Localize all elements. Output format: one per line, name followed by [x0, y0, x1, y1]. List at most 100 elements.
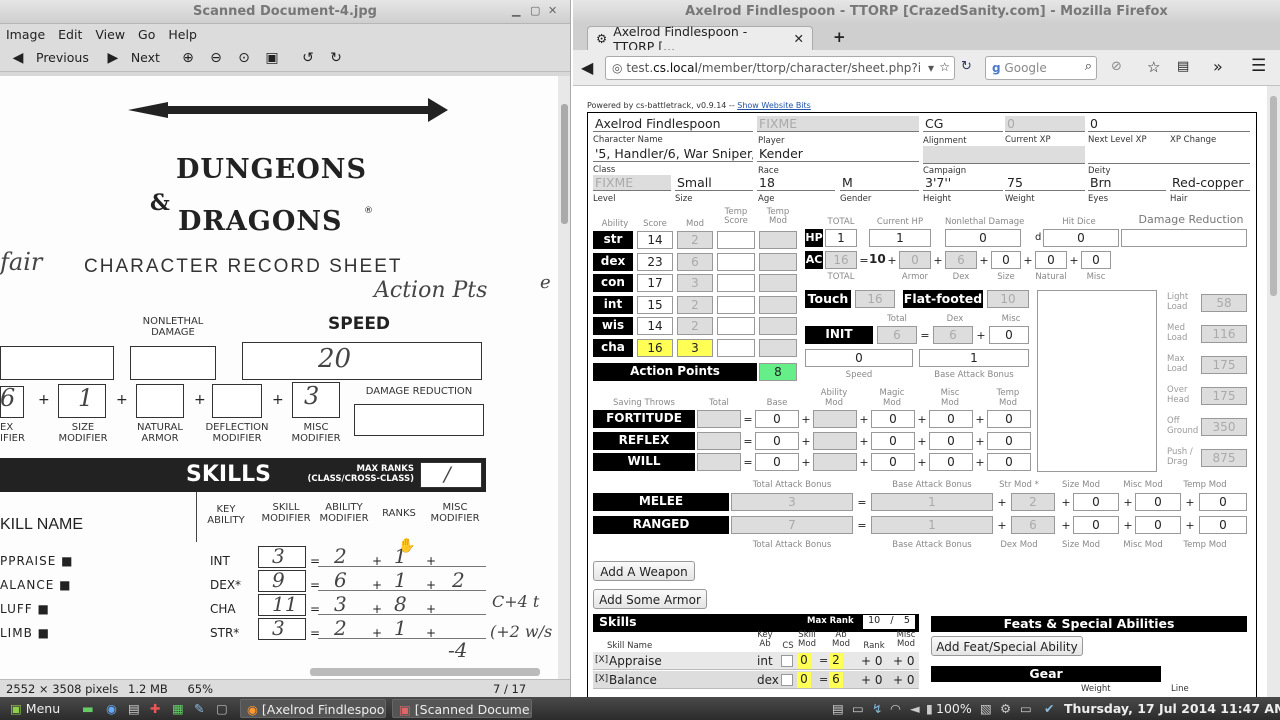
ability-dex-score[interactable]: 23: [637, 252, 673, 271]
save-magic[interactable]: 0: [871, 453, 915, 471]
close-icon[interactable]: ✕: [548, 4, 557, 17]
attack-misc-mod[interactable]: 0: [1135, 493, 1181, 511]
damage-reduction-input[interactable]: [1121, 229, 1247, 247]
show-desktop-icon[interactable]: ▬: [76, 699, 100, 718]
next-button[interactable]: Next: [131, 50, 160, 65]
campaign-field[interactable]: [923, 146, 1085, 164]
race-field[interactable]: Kender: [757, 146, 919, 162]
ability-str-temp-score[interactable]: [717, 231, 755, 249]
save-temp[interactable]: 0: [987, 453, 1031, 471]
attack-size-mod[interactable]: 0: [1073, 516, 1119, 534]
ability-int-temp-score[interactable]: [717, 295, 755, 314]
firefox-titlebar[interactable]: Axelrod Findlespoon - TTORP [CrazedSanit…: [573, 0, 1280, 24]
ac-size[interactable]: 0: [991, 251, 1021, 269]
start-menu[interactable]: ▣ Menu: [4, 699, 66, 718]
bookmark-icon[interactable]: ☆: [1147, 58, 1160, 76]
ability-wis-score[interactable]: 14: [637, 317, 673, 335]
current-hp[interactable]: 1: [869, 229, 931, 247]
init-misc[interactable]: 0: [989, 326, 1029, 344]
menu-image[interactable]: Image: [6, 27, 45, 42]
attack-temp-mod[interactable]: 0: [1199, 516, 1247, 534]
add-weapon-button[interactable]: Add A Weapon: [593, 561, 695, 581]
height-field[interactable]: 3'7'': [923, 175, 1003, 191]
weight-field[interactable]: 75: [1005, 175, 1085, 191]
skill-toggle[interactable]: [X]: [595, 655, 608, 665]
ability-con-temp-score[interactable]: [717, 274, 755, 292]
ability-wis-temp-score[interactable]: [717, 317, 755, 335]
save-base[interactable]: 0: [755, 410, 799, 428]
viewer-titlebar[interactable]: Scanned Document-4.jpg ▁ ▢ ✕: [0, 0, 570, 24]
ability-int-score[interactable]: 15: [637, 295, 673, 314]
size-field[interactable]: Small: [675, 175, 753, 191]
tray-window-icon[interactable]: ▭: [1014, 699, 1038, 718]
reload-icon[interactable]: ↻: [961, 59, 972, 74]
search-icon[interactable]: ⌕: [1085, 59, 1092, 74]
eyes-field[interactable]: Brn: [1088, 175, 1166, 191]
ability-cha-temp-score[interactable]: [717, 338, 755, 357]
ac-natural[interactable]: 0: [1035, 251, 1067, 269]
arrow-right-icon[interactable]: ▶: [103, 50, 123, 66]
close-tab-icon[interactable]: ✕: [794, 31, 804, 46]
scanned-sheet[interactable]: DUNGEONS & DRAGONS ® CHARACTER RECORD SH…: [0, 76, 558, 679]
alignment-field[interactable]: CG: [923, 116, 1003, 132]
app-launcher-icon[interactable]: ✚: [144, 699, 166, 718]
zoom-out-icon[interactable]: ⊖: [206, 50, 226, 66]
base-attack-bonus-value[interactable]: 1: [919, 349, 1029, 367]
rotate-right-icon[interactable]: ↻: [326, 50, 346, 66]
menu-go[interactable]: Go: [138, 27, 155, 42]
show-website-bits-link[interactable]: Show Website Bits: [737, 101, 811, 110]
viewer-vertical-scrollbar[interactable]: [558, 76, 570, 679]
ability-dex-temp-score[interactable]: [717, 252, 755, 271]
hair-field[interactable]: Red-copper: [1170, 175, 1250, 191]
add-armor-button[interactable]: Add Some Armor: [593, 589, 707, 609]
nonlethal-damage[interactable]: 0: [945, 229, 1021, 247]
minimize-icon[interactable]: ▁: [512, 4, 520, 17]
skill-misc[interactable]: + 0: [893, 654, 915, 668]
attack-misc-mod[interactable]: 0: [1135, 516, 1181, 534]
firefox-launcher-icon[interactable]: ◉: [100, 699, 123, 718]
save-misc[interactable]: 0: [929, 453, 973, 471]
terminal-launcher-icon[interactable]: ▤: [122, 699, 146, 718]
previous-button[interactable]: Previous: [36, 50, 89, 65]
overflow-icon[interactable]: »: [1213, 57, 1223, 76]
save-misc[interactable]: 0: [929, 431, 973, 450]
ability-str-score[interactable]: 14: [637, 231, 673, 249]
zoom-normal-icon[interactable]: ⊙: [234, 50, 254, 66]
new-tab-icon[interactable]: +: [833, 28, 846, 46]
ac-misc[interactable]: 0: [1081, 251, 1111, 269]
spreadsheet-launcher-icon[interactable]: ▦: [166, 699, 190, 718]
task-firefox[interactable]: ◉ [Axelrod Findlespoo...: [240, 699, 386, 718]
speed-value[interactable]: 0: [805, 349, 913, 367]
save-magic[interactable]: 0: [871, 410, 915, 428]
bookmark-star-icon[interactable]: ☆: [939, 60, 950, 74]
save-temp[interactable]: 0: [987, 410, 1031, 428]
add-feat-button[interactable]: Add Feat/Special Ability: [931, 636, 1083, 656]
level-field[interactable]: FIXME: [593, 175, 671, 191]
maximize-icon[interactable]: ▢: [530, 4, 540, 17]
skill-rank[interactable]: + 0: [861, 673, 883, 687]
ability-cha-score[interactable]: 16: [637, 338, 673, 357]
deity-field[interactable]: [1088, 146, 1250, 164]
menu-help[interactable]: Help: [168, 27, 197, 42]
zoom-fit-icon[interactable]: ▣: [262, 50, 282, 66]
screenshot-icon[interactable]: ⊘: [1111, 59, 1122, 74]
task-image-viewer[interactable]: ▣ [Scanned Docume...: [392, 699, 532, 718]
reader-icon[interactable]: ▤: [1177, 59, 1189, 74]
skill-class-checkbox[interactable]: [781, 674, 793, 686]
skill-rank[interactable]: + 0: [861, 654, 883, 668]
hit-dice[interactable]: 0: [1043, 229, 1119, 247]
hp-total[interactable]: 1: [825, 229, 857, 247]
save-magic[interactable]: 0: [871, 431, 915, 450]
arrow-left-icon[interactable]: ◀: [8, 50, 28, 66]
age-field[interactable]: 18: [757, 175, 835, 191]
save-base[interactable]: 0: [755, 431, 799, 450]
dropdown-icon[interactable]: ▾: [928, 61, 934, 75]
gender-field[interactable]: M: [840, 175, 919, 191]
skill-toggle[interactable]: [X]: [595, 674, 608, 684]
url-bar[interactable]: ◎ test.cs.local/member/ttorp/character/s…: [605, 56, 955, 80]
save-misc[interactable]: 0: [929, 410, 973, 428]
zoom-in-icon[interactable]: ⊕: [178, 50, 198, 66]
class-field[interactable]: '5, Handler/6, War Sniper/4: [593, 146, 753, 162]
files-launcher-icon[interactable]: ▢: [210, 699, 234, 718]
current-xp-field[interactable]: 0: [1005, 116, 1085, 132]
